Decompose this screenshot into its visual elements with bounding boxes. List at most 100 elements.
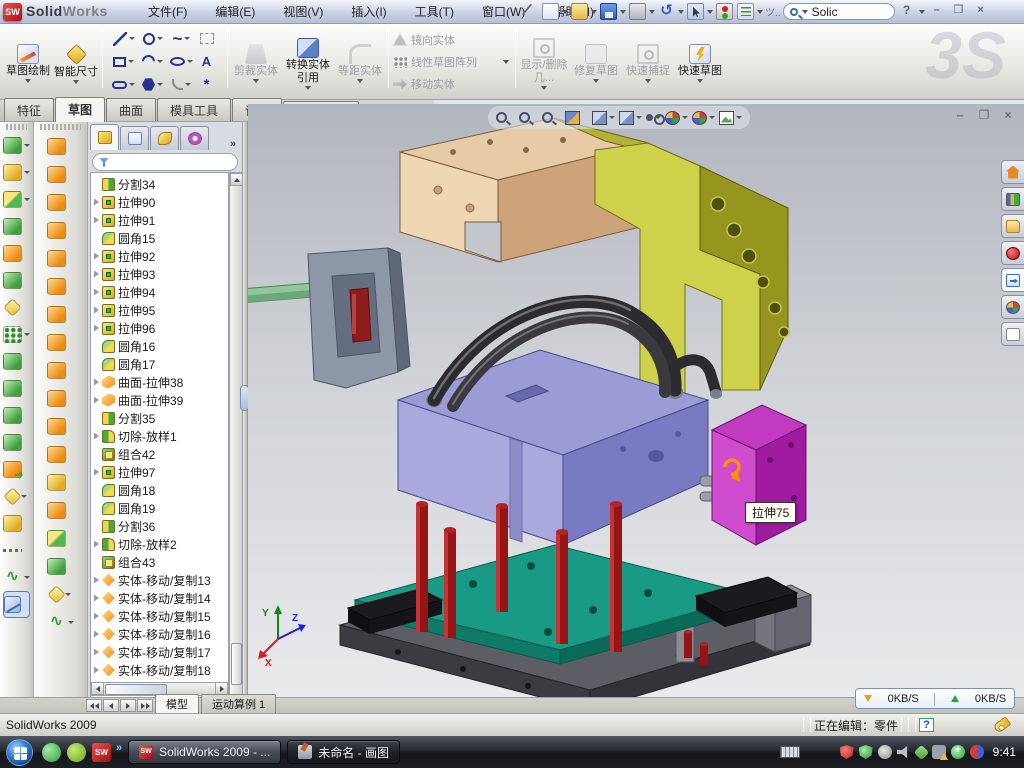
tree-item[interactable]: 实体-移动/复制15 <box>93 607 228 625</box>
expand-arrow-icon[interactable] <box>94 595 99 602</box>
document-tab[interactable]: 运动算例 1 <box>201 694 276 713</box>
stack-caret-icon[interactable] <box>503 60 509 64</box>
overflow-dots[interactable]: ツ.. <box>765 4 781 19</box>
extruded-cut-icon[interactable] <box>0 159 33 186</box>
expand-arrow-icon[interactable] <box>94 631 99 638</box>
graphics-viewport[interactable]: Y Z X <box>248 104 1024 697</box>
ribbon-tab[interactable]: 特征 <box>4 98 54 121</box>
ribbon-tab[interactable]: 模具工具 <box>157 98 231 121</box>
expand-arrow-icon[interactable] <box>94 379 99 386</box>
mirror-entities-button[interactable]: 镜向实体 <box>391 30 499 50</box>
start-button[interactable] <box>6 739 33 766</box>
reference-geometry-icon[interactable] <box>34 580 87 608</box>
tree-item[interactable]: 切除-放样1 <box>93 427 228 445</box>
repair-sketch-button[interactable]: 修复草图 <box>570 40 622 83</box>
zoom-to-area-icon[interactable] <box>519 112 538 123</box>
save-icon[interactable] <box>600 3 617 20</box>
entity-caret-icon[interactable] <box>129 83 135 86</box>
command-caret-icon[interactable] <box>645 79 651 83</box>
swept-surface-icon[interactable] <box>34 188 87 216</box>
last-tab-button[interactable] <box>137 699 153 712</box>
measure-icon[interactable] <box>3 591 30 618</box>
expand-arrow-icon[interactable] <box>94 271 99 278</box>
expand-arrow-icon[interactable] <box>94 325 99 332</box>
command-caret-icon[interactable] <box>697 79 703 83</box>
network-speed-widget[interactable]: 0KB/S 0KB/S <box>855 688 1015 709</box>
shell-icon[interactable] <box>0 267 33 294</box>
tree-item[interactable]: 拉伸95 <box>93 301 228 319</box>
open-caret-icon[interactable] <box>591 10 597 14</box>
command-caret-icon[interactable] <box>253 79 259 83</box>
linear-sketch-pattern-button[interactable]: 线性草图阵列 <box>391 52 499 72</box>
planar-surface-icon[interactable] <box>34 300 87 328</box>
tree-item[interactable]: 圆角18 <box>93 481 228 499</box>
print-icon[interactable] <box>629 3 646 20</box>
expand-arrow-icon[interactable] <box>94 613 99 620</box>
arc-icon[interactable] <box>138 50 167 73</box>
draft-icon[interactable] <box>0 375 33 402</box>
edit-appearance-icon[interactable] <box>665 111 688 125</box>
taskbar-window-button[interactable]: SW SolidWorks 2009 - ... <box>128 740 281 764</box>
headsup-caret-icon[interactable] <box>709 116 715 119</box>
new-caret-icon[interactable] <box>562 10 568 14</box>
headsup-caret-icon[interactable] <box>736 116 742 119</box>
tree-item[interactable]: 分割36 <box>93 517 228 535</box>
security-shield-icon[interactable] <box>859 745 873 759</box>
tree-item[interactable]: 曲面-拉伸39 <box>93 391 228 409</box>
tag-icon[interactable] <box>993 716 1012 733</box>
tree-item[interactable]: 曲面-拉伸38 <box>93 373 228 391</box>
headsup-caret-icon[interactable] <box>609 116 615 119</box>
next-tab-button[interactable] <box>120 699 136 712</box>
pin-icon[interactable] <box>522 3 539 20</box>
menu-item[interactable]: 视图(V) <box>269 0 337 24</box>
display-style-icon[interactable] <box>619 111 642 125</box>
extruded-surface-icon[interactable] <box>34 132 87 160</box>
fillet-icon[interactable] <box>0 186 33 213</box>
axis-icon[interactable] <box>0 537 33 564</box>
zoom-to-selection-icon[interactable] <box>542 112 561 123</box>
tree-item[interactable]: 组合43 <box>93 553 228 571</box>
replace-face-icon[interactable] <box>34 440 87 468</box>
reference-geometry-icon[interactable] <box>0 483 33 510</box>
offset-entities-button[interactable]: 等距实体 <box>334 40 386 83</box>
messenger-icon[interactable] <box>42 743 61 762</box>
slot-icon[interactable] <box>109 73 138 96</box>
rapid-sketch-button[interactable]: 快速草图 <box>674 40 726 83</box>
display-delete-relations-button[interactable]: 显示/删除几... <box>518 34 570 90</box>
app-minimize-button[interactable]: – <box>927 4 947 19</box>
document-tab[interactable]: 模型 <box>155 694 199 713</box>
tree-item[interactable]: 实体-移动/复制14 <box>93 589 228 607</box>
app-close-button[interactable]: × <box>971 4 991 19</box>
tree-item[interactable]: 组合42 <box>93 445 228 463</box>
tree-item[interactable]: 拉伸97 <box>93 463 228 481</box>
appearances-icon[interactable] <box>1001 295 1024 319</box>
tree-item[interactable]: 圆角16 <box>93 337 228 355</box>
toolbar-grip[interactable] <box>40 124 81 130</box>
ribbon-tab[interactable]: 曲面 <box>106 98 156 121</box>
entity-caret-icon[interactable] <box>184 37 190 40</box>
keyboard-layout-icon[interactable] <box>780 746 800 758</box>
menu-item[interactable]: 文件(F) <box>134 0 201 24</box>
doc-minimize-button[interactable]: – <box>950 108 970 123</box>
view-palette-icon[interactable] <box>1001 268 1024 292</box>
toolbar-caret-icon[interactable] <box>24 333 30 336</box>
undo-caret-icon[interactable] <box>678 10 684 14</box>
tree-item[interactable]: 拉伸94 <box>93 283 228 301</box>
menu-item[interactable]: 工具(T) <box>401 0 468 24</box>
command-caret-icon[interactable] <box>73 80 79 84</box>
join-icon[interactable] <box>0 429 33 456</box>
vertical-scroll-thumb[interactable] <box>231 643 242 685</box>
sketch-text-icon[interactable]: A <box>196 50 225 73</box>
expand-arrow-icon[interactable] <box>94 253 99 260</box>
tree-filter-box[interactable] <box>92 153 238 171</box>
filled-surface-icon[interactable] <box>34 272 87 300</box>
toolbar-caret-icon[interactable] <box>21 495 27 498</box>
trim-surface-icon[interactable] <box>34 468 87 496</box>
expand-arrow-icon[interactable] <box>94 667 99 674</box>
open-icon[interactable] <box>571 3 588 20</box>
app-restore-button[interactable]: ❐ <box>949 4 969 19</box>
tree-item[interactable]: 圆角15 <box>93 229 228 247</box>
tree-item[interactable]: 实体-移动/复制18 <box>93 661 228 679</box>
expand-arrow-icon[interactable] <box>94 307 99 314</box>
menu-item[interactable]: 插入(I) <box>337 0 400 24</box>
